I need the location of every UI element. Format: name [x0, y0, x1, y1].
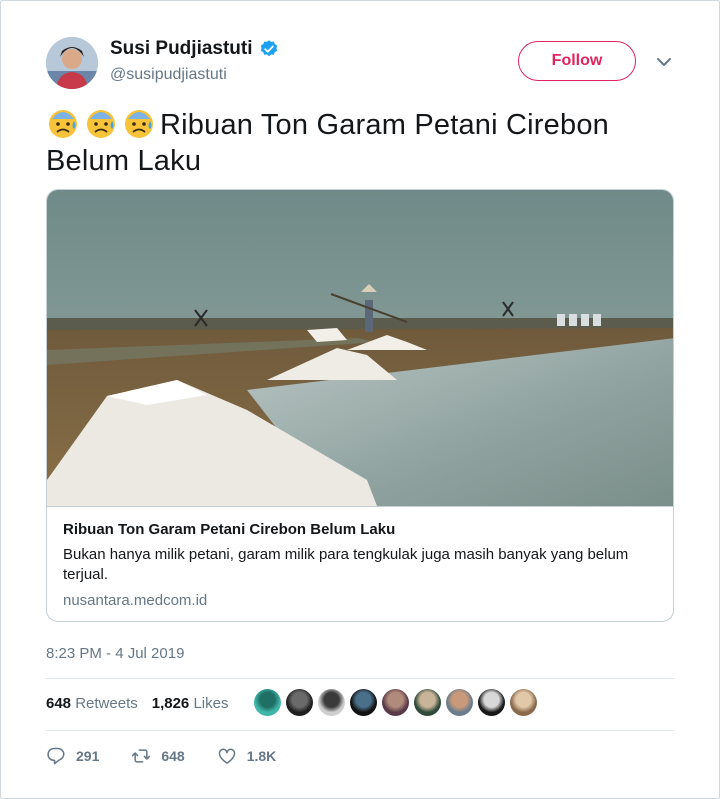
likes-label: Likes [193, 695, 229, 712]
author-name-text: Susi Pudjiastuti [110, 38, 253, 59]
divider [46, 730, 674, 731]
link-card-description: Bukan hanya milik petani, garam milik pa… [63, 546, 629, 583]
verified-badge-icon [260, 40, 277, 57]
link-card[interactable]: Ribuan Ton Garam Petani Cirebon Belum La… [46, 189, 674, 622]
author-handle[interactable]: @susipudjiastuti [110, 66, 227, 84]
likes-count: 1,826 [151, 695, 190, 712]
tweet-actions: 291 648 1.8K [46, 746, 308, 766]
link-card-body[interactable]: Ribuan Ton Garam Petani Cirebon Belum La… [47, 506, 673, 621]
tweet-timestamp[interactable]: 8:23 PM - 4 Jul 2019 [46, 645, 184, 662]
reply-icon [47, 747, 65, 765]
divider [46, 678, 674, 679]
follow-button[interactable]: Follow [518, 41, 636, 81]
reply-button[interactable]: 291 [46, 746, 99, 766]
link-card-domain: nusantara.medcom.id [63, 592, 208, 609]
link-card-title: Ribuan Ton Garam Petani Cirebon Belum La… [63, 521, 396, 538]
chevron-down-icon[interactable] [656, 56, 672, 68]
liker-avatar[interactable] [446, 689, 473, 716]
profile-photo-avatar [46, 37, 98, 89]
retweet-button[interactable]: 648 [131, 746, 185, 766]
likes-stat[interactable]: 1,826 Likes [152, 695, 229, 712]
anxious-face-emoji-icon [46, 107, 82, 139]
retweets-stat[interactable]: 648 Retweets [46, 695, 138, 712]
retweet-icon [132, 749, 151, 763]
tweet-stats: 648 Retweets 1,826 Likes [46, 695, 228, 712]
liker-avatar[interactable] [254, 689, 281, 716]
like-button[interactable]: 1.8K [217, 746, 277, 766]
retweets-count: 648 [46, 695, 72, 712]
reply-count: 291 [76, 748, 100, 764]
salt-field-photo [47, 190, 673, 506]
retweet-count: 648 [161, 748, 185, 764]
likers-avatar-row [254, 689, 537, 716]
liker-avatar[interactable] [414, 689, 441, 716]
like-count: 1.8K [246, 748, 277, 764]
liker-avatar[interactable] [286, 689, 313, 716]
anxious-face-emoji-icon [122, 107, 158, 139]
retweets-label: Retweets [75, 695, 138, 712]
liker-avatar[interactable] [510, 689, 537, 716]
liker-avatar[interactable] [350, 689, 377, 716]
liker-avatar[interactable] [318, 689, 345, 716]
avatar[interactable] [46, 37, 98, 89]
anxious-face-emoji-icon [84, 107, 120, 139]
liker-avatar[interactable] [382, 689, 409, 716]
author-name[interactable]: Susi Pudjiastuti [110, 38, 279, 60]
liker-avatar[interactable] [478, 689, 505, 716]
heart-icon [218, 748, 235, 764]
tweet-text: Ribuan Ton Garam Petani Cirebon Belum La… [46, 107, 686, 179]
